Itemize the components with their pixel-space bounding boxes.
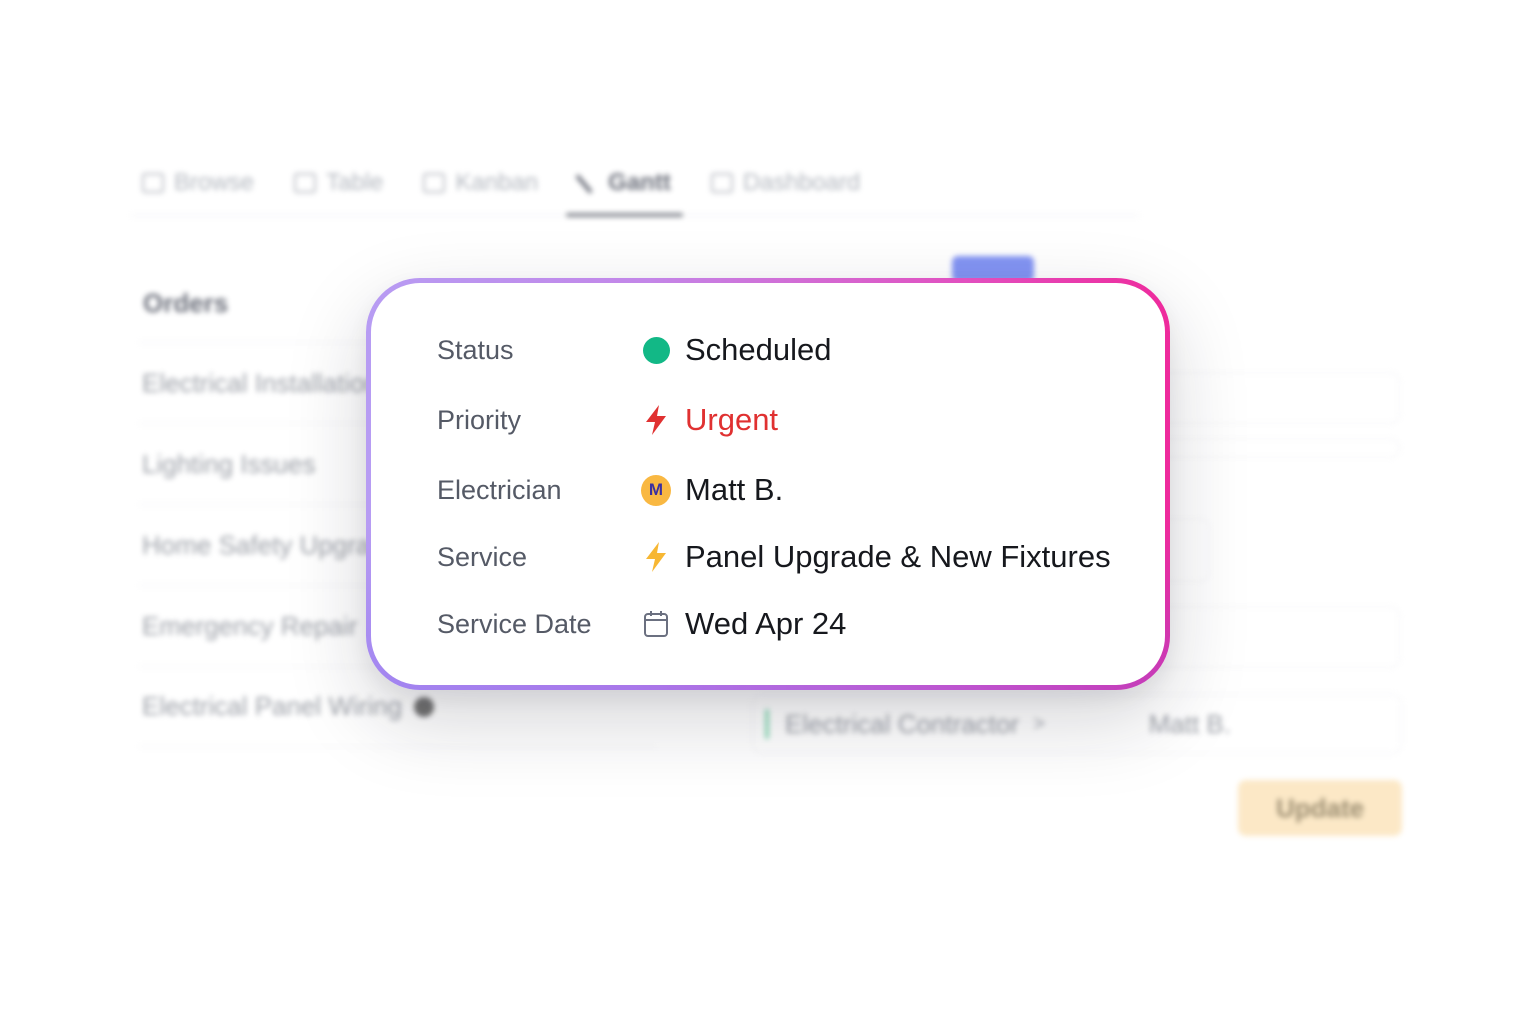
field-box: [1140, 606, 1400, 668]
tab-label: Table: [326, 168, 384, 196]
update-button[interactable]: Update: [1238, 780, 1402, 836]
service-value[interactable]: Panel Upgrade & New Fixtures: [641, 539, 1111, 575]
electrician-name: Matt B.: [685, 472, 784, 507]
tab-gantt[interactable]: Gantt: [566, 150, 683, 217]
view-tabs: Browse Table Kanban Gantt Dashboard: [130, 150, 1140, 217]
contractor-row[interactable]: Electrical Contractor > Matt B.: [752, 694, 1402, 754]
priority-label: Priority: [437, 404, 522, 435]
status-label: Status: [437, 334, 514, 365]
list-item-label: Electrical Panel Wiring: [142, 691, 403, 721]
tab-label: Browse: [174, 168, 255, 196]
orders-heading: Orders: [143, 288, 229, 318]
folder-icon: [142, 172, 164, 193]
service-date-row[interactable]: Service Date Wed Apr 24: [437, 604, 846, 644]
service-date-label: Service Date: [437, 608, 592, 639]
list-item-label: Emergency Repair: [142, 610, 358, 641]
list-item-label: Home Safety Upgrade: [142, 529, 400, 560]
service-date-text: Wed Apr 24: [685, 606, 847, 641]
chevron-right-icon: >: [1033, 712, 1045, 735]
service-row[interactable]: Service Panel Upgrade & New Fixtures: [437, 537, 1111, 577]
tab-label: Gantt: [608, 168, 671, 196]
tab-table[interactable]: Table: [282, 150, 395, 216]
tab-dashboard[interactable]: Dashboard: [699, 150, 872, 216]
lightning-icon: [641, 542, 671, 572]
field-box: [1140, 372, 1400, 424]
service-date-value[interactable]: Wed Apr 24: [641, 606, 846, 642]
electrician-row[interactable]: Electrician M Matt B.: [437, 470, 783, 510]
electrician-label: Electrician: [437, 474, 562, 505]
status-text: Scheduled: [685, 332, 832, 367]
status-row[interactable]: Status Scheduled: [437, 330, 832, 370]
electrician-value[interactable]: M Matt B.: [641, 472, 783, 508]
field-box: [1140, 438, 1400, 458]
dashboard-icon: [710, 172, 733, 193]
table-icon: [294, 172, 317, 193]
status-dot-icon: [641, 335, 671, 365]
tab-browse[interactable]: Browse: [130, 150, 266, 216]
list-item-label: Lighting Issues: [142, 448, 316, 479]
contractor-label: Electrical Contractor: [785, 708, 1020, 739]
kanban-icon: [423, 172, 446, 193]
priority-text: Urgent: [685, 402, 779, 437]
status-value[interactable]: Scheduled: [641, 332, 832, 368]
service-label: Service: [437, 541, 528, 572]
lightning-icon: [641, 405, 671, 435]
tab-label: Kanban: [455, 168, 539, 196]
accent-bar: [765, 709, 769, 739]
service-text: Panel Upgrade & New Fixtures: [685, 539, 1111, 574]
detail-card: Status Scheduled Priority Urgent Electri: [366, 278, 1170, 690]
list-item-label: Electrical Installation: [142, 367, 379, 398]
indicator-icon: [414, 696, 435, 717]
priority-value[interactable]: Urgent: [641, 402, 778, 438]
priority-row[interactable]: Priority Urgent: [437, 400, 778, 440]
gantt-icon: [578, 173, 598, 193]
calendar-icon: [641, 609, 671, 639]
tab-label: Dashboard: [742, 168, 861, 196]
contractor-assignee: Matt B.: [1148, 708, 1231, 739]
detail-card-body: Status Scheduled Priority Urgent Electri: [371, 283, 1165, 685]
tab-kanban[interactable]: Kanban: [411, 150, 550, 216]
avatar: M: [641, 474, 671, 506]
